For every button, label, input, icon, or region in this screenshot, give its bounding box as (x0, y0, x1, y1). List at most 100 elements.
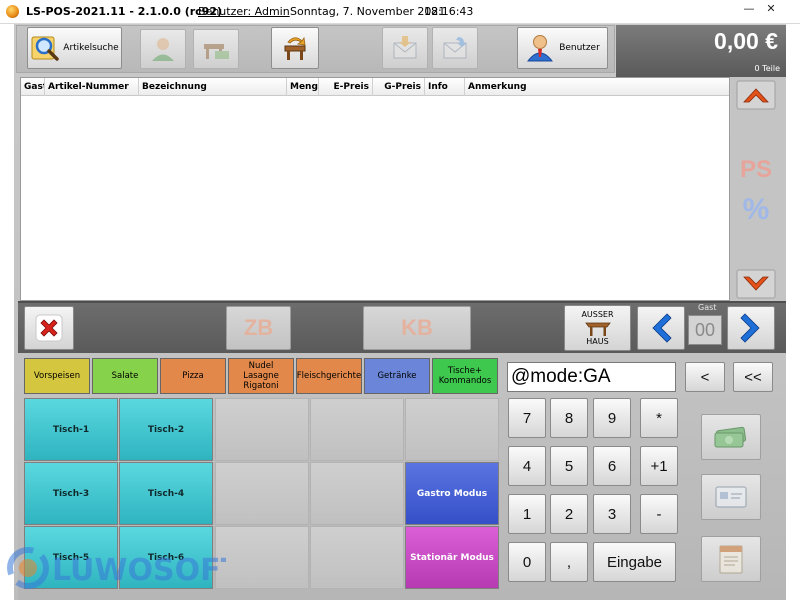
user-button[interactable]: Benutzer (517, 27, 608, 69)
table-tile-4[interactable]: Tisch-4 (119, 462, 213, 525)
prev-guest-button[interactable] (637, 306, 685, 350)
current-time: 18:16:43 (424, 5, 474, 18)
delete-button[interactable] (24, 306, 74, 350)
user-label: Benutzer (559, 43, 600, 53)
table-move-button[interactable] (271, 27, 319, 69)
empty-tile (310, 398, 404, 461)
key-8[interactable]: 8 (550, 398, 588, 438)
table-header: Gast Artikel-Nummer Bezeichnung Menge E-… (21, 78, 729, 96)
key-2[interactable]: 2 (550, 494, 588, 534)
receive-order-button[interactable] (382, 27, 428, 69)
key-plus-one[interactable]: +1 (640, 446, 678, 486)
empty-tile (310, 526, 404, 589)
next-guest-button[interactable] (727, 306, 775, 350)
close-button[interactable]: ✕ (760, 0, 782, 18)
article-search-label: Artikelsuche (63, 43, 119, 53)
chevron-down-icon (736, 269, 776, 299)
invoice-icon (719, 545, 743, 574)
category-fleischgerichte[interactable]: Fleischgerichte (296, 358, 362, 394)
cash-payment-button[interactable] (701, 414, 761, 460)
scroll-up-button[interactable] (734, 78, 778, 112)
category-tische-kommandos[interactable]: Tische+ Kommandos (432, 358, 498, 394)
empty-tile (310, 462, 404, 525)
chevron-left-icon (652, 313, 672, 343)
table-tile-1[interactable]: Tisch-1 (24, 398, 118, 461)
key-9[interactable]: 9 (593, 398, 631, 438)
window-title: LS-POS-2021.11 - 2.1.0.0 (rc92) (26, 5, 223, 18)
col-info[interactable]: Info (425, 78, 465, 96)
enter-button[interactable]: Eingabe (593, 542, 676, 582)
chevron-right-icon (740, 313, 760, 343)
backspace-button[interactable]: < (685, 362, 725, 392)
col-bezeichnung[interactable]: Bezeichnung (139, 78, 287, 96)
total-display: 0,00 € 0 Teile (616, 25, 786, 77)
user-icon (527, 35, 554, 62)
category-vorspeisen[interactable]: Vorspeisen (24, 358, 90, 394)
table-transfer-button[interactable] (193, 29, 239, 69)
table-money-icon (204, 44, 229, 59)
command-input[interactable]: @mode:GA (507, 362, 676, 392)
percent-icon: % (742, 193, 770, 226)
key-multiply[interactable]: * (640, 398, 678, 438)
col-artikel-nummer[interactable]: Artikel-Nummer (45, 78, 139, 96)
minimize-button[interactable]: — (738, 0, 760, 18)
envelope-out-icon (443, 37, 467, 59)
table-icon (584, 322, 611, 336)
discount-button[interactable]: % (734, 193, 778, 227)
customer-button[interactable] (140, 29, 186, 69)
guest-number: 00 (688, 315, 722, 345)
kb-label: KB (401, 315, 433, 340)
envelope-in-icon (393, 36, 417, 59)
key-6[interactable]: 6 (593, 446, 631, 486)
col-menge[interactable]: Menge (287, 78, 319, 96)
app-icon (6, 5, 19, 18)
order-table[interactable]: Gast Artikel-Nummer Bezeichnung Menge E-… (20, 77, 730, 301)
ausser-haus-button[interactable]: AUSSER HAUS (564, 305, 631, 351)
key-1[interactable]: 1 (508, 494, 546, 534)
key-5[interactable]: 5 (550, 446, 588, 486)
key-3[interactable]: 3 (593, 494, 631, 534)
key-7[interactable]: 7 (508, 398, 546, 438)
key-comma[interactable]: , (550, 542, 588, 582)
logo-text: LUWOSOFT (52, 553, 226, 588)
empty-tile (215, 526, 309, 589)
zb-button[interactable]: ZB (226, 306, 291, 350)
category-pizza[interactable]: Pizza (160, 358, 226, 394)
key-0[interactable]: 0 (508, 542, 546, 582)
kb-button[interactable]: KB (363, 306, 471, 350)
invoice-button[interactable] (701, 536, 761, 582)
category-salate[interactable]: Salate (92, 358, 158, 394)
ps-button[interactable]: PS (734, 153, 778, 187)
title-bar: LS-POS-2021.11 - 2.1.0.0 (rc92) Benutzer… (0, 0, 800, 24)
send-order-button[interactable] (432, 27, 478, 69)
current-date: Sonntag, 7. November 2021 (290, 5, 446, 18)
category-nudel[interactable]: Nudel Lasagne Rigatoni (228, 358, 294, 394)
table-move-icon (284, 36, 306, 60)
key-minus[interactable]: - (640, 494, 678, 534)
scroll-down-button[interactable] (734, 267, 778, 301)
item-count: 0 Teile (754, 64, 780, 73)
stationary-mode-button[interactable]: Stationär Modus (405, 526, 499, 589)
side-panel: PS % (731, 77, 786, 301)
luwosoft-logo: LUWOSOFT (6, 540, 242, 596)
col-gast[interactable]: Gast (21, 78, 45, 96)
card-icon (715, 486, 747, 508)
col-e-preis[interactable]: E-Preis (319, 78, 373, 96)
empty-tile (215, 462, 309, 525)
cash-icon (714, 426, 747, 448)
table-tile-3[interactable]: Tisch-3 (24, 462, 118, 525)
guest-label: Gast (698, 303, 717, 312)
ausser-label: AUSSER (581, 310, 614, 319)
empty-tile (215, 398, 309, 461)
table-tile-2[interactable]: Tisch-2 (119, 398, 213, 461)
category-getraenke[interactable]: Getränke (364, 358, 430, 394)
key-4[interactable]: 4 (508, 446, 546, 486)
article-search-button[interactable]: Artikelsuche (27, 27, 122, 69)
current-user[interactable]: Benutzer: Admin (198, 5, 290, 18)
col-anmerkung[interactable]: Anmerkung (465, 78, 729, 96)
gastro-mode-button[interactable]: Gastro Modus (405, 462, 499, 525)
empty-tile (405, 398, 499, 461)
card-payment-button[interactable] (701, 474, 761, 520)
col-g-preis[interactable]: G-Preis (373, 78, 425, 96)
clear-button[interactable]: << (733, 362, 773, 392)
